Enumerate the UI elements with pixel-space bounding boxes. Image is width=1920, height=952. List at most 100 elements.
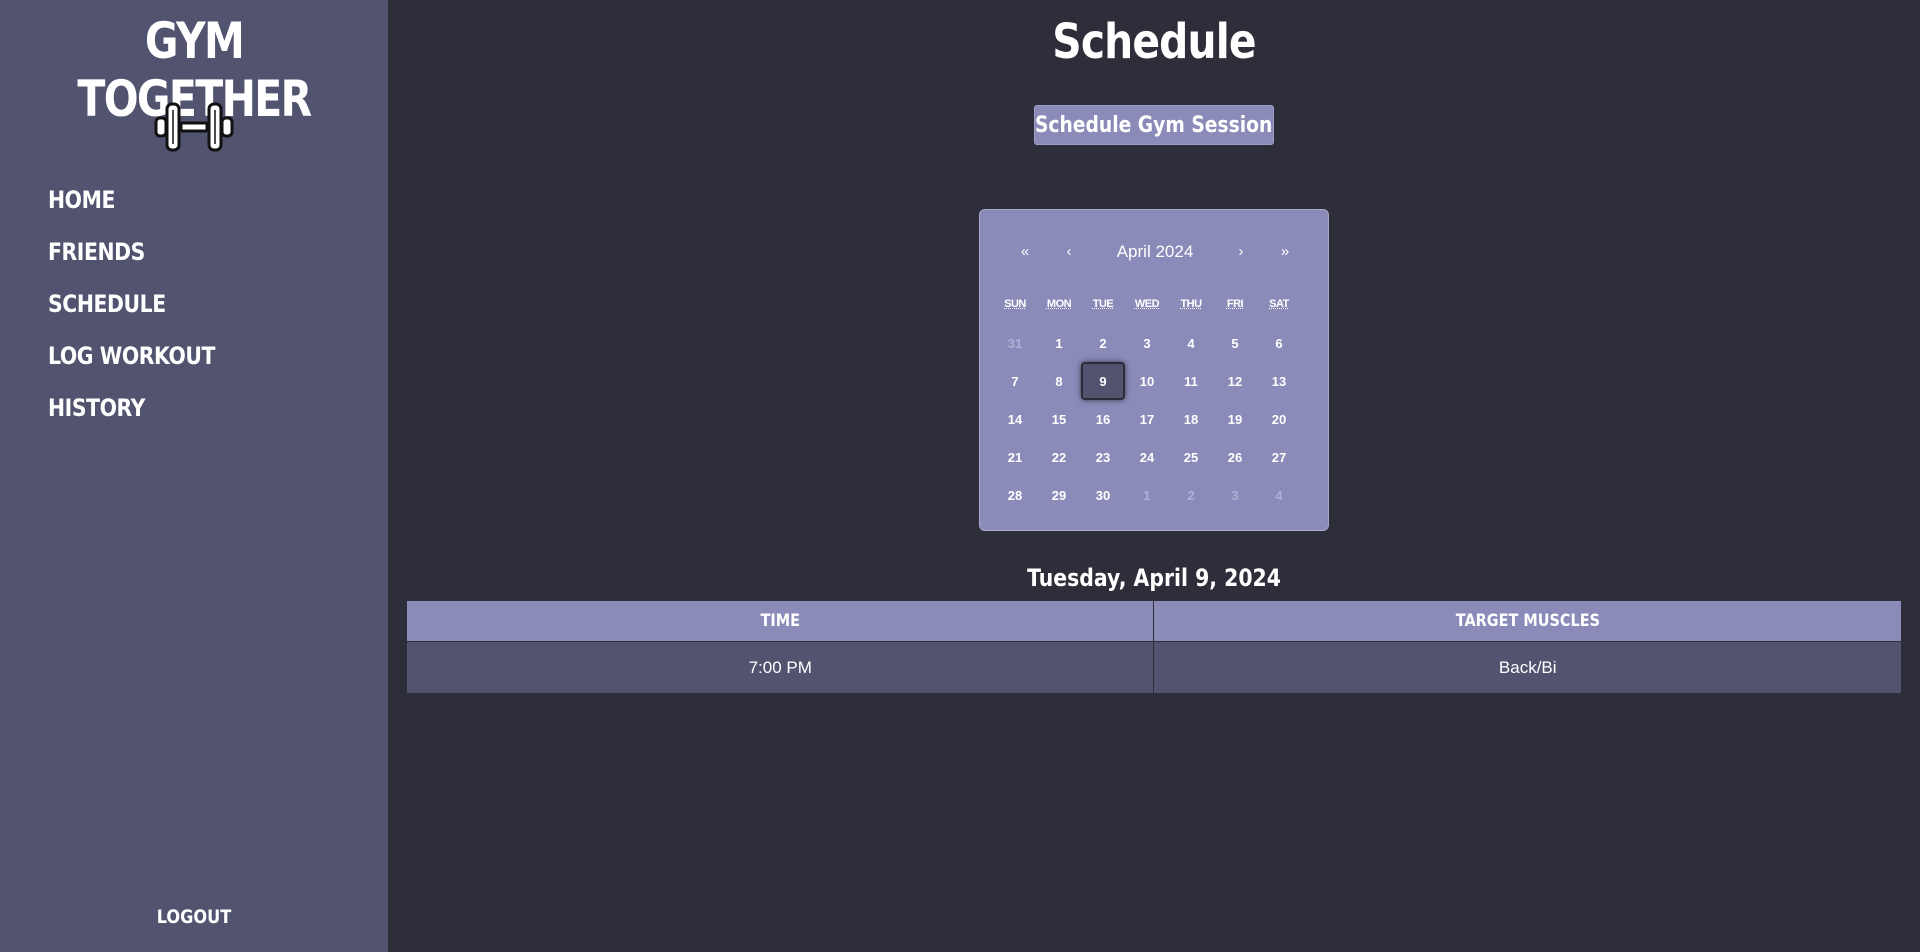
page-title: Schedule — [1052, 14, 1256, 70]
calendar-day[interactable]: 30 — [1081, 476, 1125, 514]
weekday-thu: THU — [1180, 298, 1202, 310]
nav-item-friends[interactable]: FRIENDS — [48, 232, 215, 284]
calendar-day-number: 1 — [1055, 335, 1063, 351]
calendar-day-number: 18 — [1183, 411, 1199, 427]
calendar-day[interactable]: 17 — [1125, 400, 1169, 438]
calendar-day[interactable]: 4 — [1169, 324, 1213, 362]
calendar-day[interactable]: 1 — [1037, 324, 1081, 362]
calendar-day-number: 8 — [1055, 373, 1063, 389]
calendar-day-number: 16 — [1095, 411, 1111, 427]
calendar-day[interactable]: 15 — [1037, 400, 1081, 438]
calendar-day[interactable]: 2 — [1081, 324, 1125, 362]
calendar-day[interactable]: 26 — [1213, 438, 1257, 476]
nav-item-home[interactable]: HOME — [48, 180, 215, 232]
calendar-day[interactable]: 24 — [1125, 438, 1169, 476]
calendar-day-number: 7 — [1011, 373, 1019, 389]
table-row[interactable]: 7:00 PM Back/Bi — [405, 641, 1902, 694]
calendar-day[interactable]: 20 — [1257, 400, 1301, 438]
calendar-day[interactable]: 1 — [1125, 476, 1169, 514]
calendar-day-number: 6 — [1275, 335, 1283, 351]
calendar-day[interactable]: 19 — [1213, 400, 1257, 438]
calendar-month-label[interactable]: April 2024 — [1080, 240, 1230, 264]
calendar: « ‹ April 2024 › » SUN MON TUE WED THU F… — [979, 209, 1329, 531]
prev-year-button[interactable]: « — [1010, 240, 1040, 264]
calendar-nav: « ‹ April 2024 › » — [980, 240, 1328, 264]
calendar-day-number: 12 — [1227, 373, 1243, 389]
calendar-day[interactable]: 22 — [1037, 438, 1081, 476]
calendar-day[interactable]: 25 — [1169, 438, 1213, 476]
calendar-day[interactable]: 29 — [1037, 476, 1081, 514]
calendar-day-number: 22 — [1051, 449, 1067, 465]
calendar-day[interactable]: 18 — [1169, 400, 1213, 438]
next-month-button[interactable]: › — [1226, 240, 1256, 264]
sidebar: GYM TOGETHER HOME FRIENDS SCHEDULE LOG W… — [0, 0, 388, 952]
calendar-day-number: 24 — [1139, 449, 1155, 465]
nav-item-log-workout[interactable]: LOG WORKOUT — [48, 336, 215, 388]
calendar-day[interactable]: 23 — [1081, 438, 1125, 476]
weekday-mon: MON — [1046, 298, 1072, 310]
weekday-wed: WED — [1134, 298, 1160, 310]
calendar-day-number: 26 — [1227, 449, 1243, 465]
cell-target-muscles: Back/Bi — [1153, 641, 1902, 694]
calendar-day-number: 9 — [1081, 362, 1125, 400]
calendar-day[interactable]: 28 — [993, 476, 1037, 514]
calendar-day-number: 25 — [1183, 449, 1199, 465]
calendar-day[interactable]: 12 — [1213, 362, 1257, 400]
calendar-day[interactable]: 6 — [1257, 324, 1301, 362]
selected-date-heading: Tuesday, April 9, 2024 — [1027, 564, 1281, 592]
calendar-day[interactable]: 27 — [1257, 438, 1301, 476]
calendar-days: 31 1 2 3 4 5 6 7 8 9 10 11 12 13 14 15 16 17 18 19 20 21 22 23 2… — [993, 324, 1301, 514]
logout-button[interactable]: LOGOUT — [29, 906, 359, 928]
calendar-weekdays: SUN MON TUE WED THU FRI SAT — [993, 298, 1301, 310]
calendar-day-number: 4 — [1187, 335, 1195, 351]
calendar-day-number: 13 — [1271, 373, 1287, 389]
calendar-day-number: 28 — [1007, 487, 1023, 503]
calendar-day-number: 31 — [1007, 335, 1023, 351]
column-header-target-muscles: TARGET MUSCLES — [1153, 600, 1902, 642]
calendar-day-number: 1 — [1143, 487, 1151, 503]
calendar-day[interactable]: 11 — [1169, 362, 1213, 400]
main-content: Schedule Schedule Gym Session « ‹ April … — [388, 0, 1920, 952]
calendar-day-number: 19 — [1227, 411, 1243, 427]
calendar-day[interactable]: 3 — [1125, 324, 1169, 362]
nav-item-history[interactable]: HISTORY — [48, 388, 215, 440]
calendar-day[interactable]: 10 — [1125, 362, 1169, 400]
calendar-day-number: 2 — [1187, 487, 1195, 503]
calendar-day[interactable]: 3 — [1213, 476, 1257, 514]
main-nav: HOME FRIENDS SCHEDULE LOG WORKOUT HISTOR… — [48, 180, 245, 440]
calendar-day-number: 23 — [1095, 449, 1111, 465]
dumbbell-icon — [154, 102, 234, 152]
calendar-day-number: 14 — [1007, 411, 1023, 427]
weekday-sat: SAT — [1269, 298, 1289, 310]
weekday-sun: SUN — [1004, 298, 1026, 310]
weekday-tue: TUE — [1092, 298, 1114, 310]
calendar-day-number: 11 — [1184, 373, 1198, 389]
schedule-gym-session-label: Schedule Gym Session — [1035, 112, 1273, 138]
calendar-day[interactable]: 16 — [1081, 400, 1125, 438]
cell-time: 7:00 PM — [405, 641, 1155, 694]
nav-item-schedule[interactable]: SCHEDULE — [48, 284, 215, 336]
calendar-day[interactable]: 7 — [993, 362, 1037, 400]
calendar-day[interactable]: 13 — [1257, 362, 1301, 400]
schedule-gym-session-button[interactable]: Schedule Gym Session — [1034, 105, 1274, 145]
weekday-fri: FRI — [1226, 298, 1244, 310]
calendar-day[interactable]: 31 — [993, 324, 1037, 362]
schedule-table: TIME TARGET MUSCLES 7:00 PM Back/Bi — [405, 600, 1902, 694]
calendar-day[interactable]: 8 — [1037, 362, 1081, 400]
calendar-day[interactable]: 2 — [1169, 476, 1213, 514]
calendar-day[interactable]: 21 — [993, 438, 1037, 476]
calendar-day-number: 30 — [1095, 487, 1111, 503]
calendar-day[interactable]: 5 — [1213, 324, 1257, 362]
column-header-target-muscles-label: TARGET MUSCLES — [1455, 611, 1600, 631]
table-header-row: TIME TARGET MUSCLES — [405, 600, 1902, 642]
calendar-day-number: 17 — [1139, 411, 1155, 427]
next-year-button[interactable]: » — [1270, 240, 1300, 264]
column-header-time-label: TIME — [760, 611, 800, 631]
column-header-time: TIME — [405, 600, 1155, 642]
calendar-day-number: 4 — [1275, 487, 1283, 503]
calendar-day-number: 5 — [1231, 335, 1239, 351]
calendar-day-number: 27 — [1271, 449, 1287, 465]
calendar-day-selected[interactable]: 9 — [1081, 362, 1125, 400]
calendar-day[interactable]: 4 — [1257, 476, 1301, 514]
calendar-day[interactable]: 14 — [993, 400, 1037, 438]
